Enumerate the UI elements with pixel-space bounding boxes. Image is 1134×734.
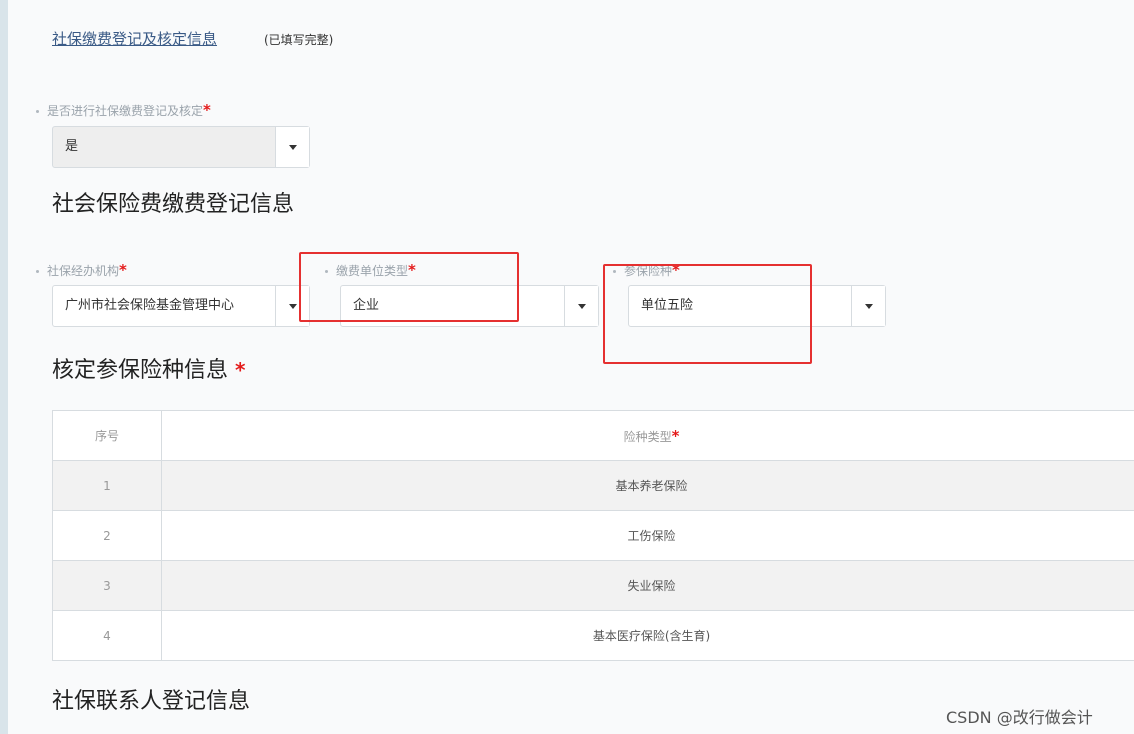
- agency-value: 广州市社会保险基金管理中心: [65, 298, 235, 313]
- caret-down-icon: [289, 304, 297, 309]
- caret-down-icon: [289, 145, 297, 150]
- insurance-types-table: 序号 险种类型* 1 基本养老保险 2 工伤保险 3 失业保险 4 基本医疗保险…: [52, 410, 1134, 661]
- agency-select[interactable]: 广州市社会保险基金管理中心: [52, 285, 310, 327]
- row-index: 2: [52, 510, 162, 561]
- watermark: CSDN @改行做会计: [946, 708, 1093, 727]
- annotation-box-unit-type: [299, 252, 519, 322]
- caret-down-icon: [578, 304, 586, 309]
- required-asterisk: *: [119, 261, 127, 279]
- annotation-box-insurance-type: [603, 264, 812, 364]
- heading-contact: 社保联系人登记信息: [52, 689, 251, 714]
- register-question-value: 是: [65, 139, 79, 154]
- row-insurance-name: 基本医疗保险(含生育): [161, 610, 1134, 661]
- row-insurance-name: 基本养老保险: [161, 460, 1134, 511]
- row-insurance-name: 工伤保险: [161, 510, 1134, 561]
- header-insurance-type: 险种类型*: [161, 410, 1134, 461]
- agency-label: 社保经办机构*: [36, 261, 127, 279]
- required-asterisk: *: [671, 426, 680, 445]
- row-insurance-name: 失业保险: [161, 560, 1134, 611]
- table-row[interactable]: 2 工伤保险: [52, 510, 1134, 561]
- dropdown-toggle[interactable]: [851, 286, 885, 326]
- table-row[interactable]: 4 基本医疗保险(含生育): [52, 610, 1134, 661]
- dot-icon: [36, 270, 39, 273]
- required-asterisk: *: [235, 358, 246, 382]
- table-row[interactable]: 3 失业保险: [52, 560, 1134, 611]
- table-row[interactable]: 1 基本养老保险: [52, 460, 1134, 511]
- register-question-select[interactable]: 是: [52, 126, 310, 168]
- header-index: 序号: [52, 410, 162, 461]
- section-title-link[interactable]: 社保缴费登记及核定信息: [52, 28, 217, 49]
- dropdown-toggle[interactable]: [564, 286, 598, 326]
- heading-registration: 社会保险费缴费登记信息: [52, 192, 295, 217]
- dot-icon: [36, 110, 39, 113]
- required-asterisk: *: [203, 101, 211, 119]
- row-index: 1: [52, 460, 162, 511]
- register-question-label: 是否进行社保缴费登记及核定*: [36, 101, 211, 119]
- caret-down-icon: [865, 304, 873, 309]
- row-index: 4: [52, 610, 162, 661]
- dropdown-toggle[interactable]: [275, 127, 309, 167]
- row-index: 3: [52, 560, 162, 611]
- heading-verify: 核定参保险种信息 *: [52, 358, 246, 383]
- section-status-note: (已填写完整): [264, 33, 334, 47]
- left-edge-bar: [0, 0, 8, 734]
- table-header-row: 序号 险种类型*: [52, 410, 1134, 461]
